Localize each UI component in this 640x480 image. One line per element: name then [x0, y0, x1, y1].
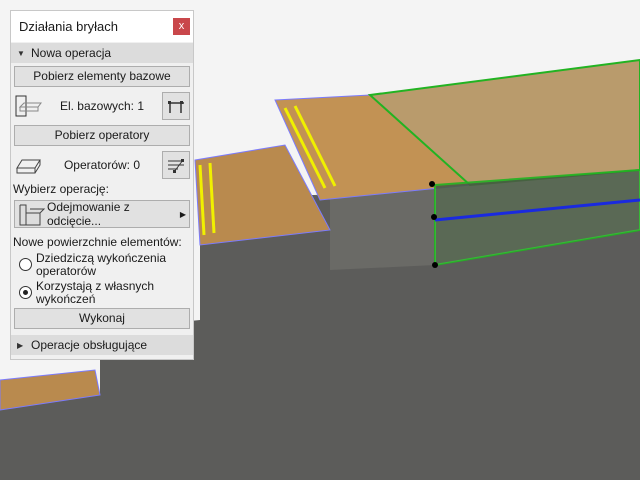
radio-button[interactable] [19, 258, 32, 271]
select-elements-icon [168, 101, 184, 113]
base-count: El. bazowych: 1 [59, 99, 145, 113]
solid-operations-panel: Działania bryłach x ▼ Nowa operacja Pobi… [10, 10, 194, 360]
select-operators-button[interactable] [162, 151, 190, 179]
subtraction-icon [19, 204, 46, 226]
base-element-icon [15, 95, 42, 117]
triangle-down-icon: ▼ [17, 48, 25, 58]
section-support-operations[interactable]: ▶ Operacje obsługujące [11, 335, 193, 355]
section-new-operation[interactable]: ▼ Nowa operacja [11, 43, 193, 63]
operators-count: Operatorów: 0 [63, 158, 141, 172]
choose-operation-label: Wybierz operację: [13, 182, 109, 196]
get-operators-button[interactable]: Pobierz operatory [14, 125, 190, 146]
panel-title: Działania bryłach [19, 19, 118, 34]
close-button[interactable]: x [173, 18, 190, 35]
get-base-elements-button[interactable]: Pobierz elementy bazowe [14, 66, 190, 87]
radio-own-finishes[interactable]: Korzystają z własnych wykończeń [11, 280, 193, 306]
radio-label: Korzystają z własnych wykończeń [36, 279, 155, 306]
hotspot[interactable] [431, 214, 437, 220]
hotspot[interactable] [432, 262, 438, 268]
operation-value: Odejmowanie z odcięcie... [47, 200, 130, 228]
operation-dropdown[interactable]: Odejmowanie z odcięcie... ▶ [14, 200, 190, 228]
section-label: Operacje obsługujące [31, 338, 148, 352]
radio-label: Dziedziczą wykończenia operatorów [36, 251, 167, 278]
panel-titlebar[interactable]: Działania bryłach x [11, 11, 193, 42]
triangle-right-icon: ▶ [17, 340, 24, 350]
select-base-button[interactable] [162, 92, 190, 120]
select-operators-icon [168, 159, 184, 173]
hotspot[interactable] [429, 181, 435, 187]
new-surfaces-label: Nowe powierzchnie elementów: [13, 235, 182, 249]
section-label: Nowa operacja [31, 46, 112, 60]
triangle-right-icon: ▶ [179, 209, 186, 219]
execute-button[interactable]: Wykonaj [14, 308, 190, 329]
operator-element-icon [16, 159, 41, 174]
radio-button[interactable] [19, 286, 32, 299]
radio-inherit-operators[interactable]: Dziedziczą wykończenia operatorów [11, 252, 193, 278]
